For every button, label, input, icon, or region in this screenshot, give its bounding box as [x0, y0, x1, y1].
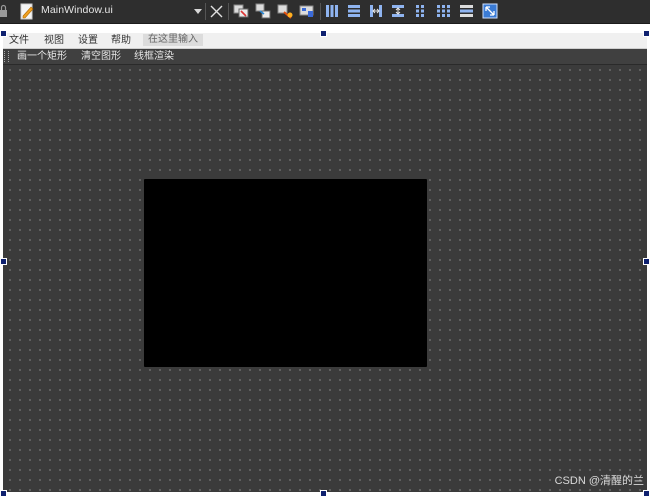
document-tab-title[interactable]: MainWindow.ui [41, 4, 113, 16]
edit-widgets-icon[interactable] [233, 3, 249, 19]
layout-vertical-icon[interactable] [346, 3, 362, 19]
adjust-size-icon[interactable] [482, 3, 498, 19]
layout-horizontal-icon[interactable] [324, 3, 340, 19]
action-clear-shapes[interactable]: 清空图形 [81, 50, 121, 63]
lock-icon [0, 4, 7, 17]
toolbar-separator [228, 3, 229, 20]
layout-horizontal-splitter-icon[interactable] [368, 3, 384, 19]
close-icon[interactable] [210, 5, 223, 18]
layout-grid-icon[interactable] [436, 3, 452, 19]
resize-handle-bottom[interactable] [320, 490, 327, 497]
designer-form-canvas[interactable]: 文件 视图 设置 帮助 在这里输入 画一个矩形 清空图形 线框渲染 CSDN @… [3, 33, 647, 492]
menu-settings[interactable]: 设置 [78, 34, 98, 47]
resize-handle-bottom-left[interactable] [0, 490, 7, 497]
toolbar-grip-handle[interactable] [4, 51, 9, 62]
layout-vertical-splitter-icon[interactable] [390, 3, 406, 19]
resize-handle-top[interactable] [320, 30, 327, 37]
ui-file-icon [20, 3, 34, 20]
resize-handle-top-right[interactable] [643, 30, 650, 37]
resize-handle-right[interactable] [643, 258, 650, 265]
menu-type-here-input[interactable]: 在这里输入 [143, 34, 203, 46]
action-wireframe-render[interactable]: 线框渲染 [134, 50, 174, 63]
menu-view[interactable]: 视图 [44, 34, 64, 47]
resize-handle-top-left[interactable] [0, 30, 7, 37]
editor-toolbar: MainWindow.ui [0, 0, 650, 24]
edit-buddies-icon[interactable] [277, 3, 293, 19]
action-draw-rectangle[interactable]: 画一个矩形 [17, 50, 67, 63]
main-toolbar: 画一个矩形 清空图形 线框渲染 [3, 49, 647, 65]
chevron-down-icon[interactable] [194, 9, 202, 14]
menu-file[interactable]: 文件 [9, 34, 29, 47]
watermark: CSDN @清醒的兰 [554, 475, 644, 487]
layout-form-icon[interactable] [412, 3, 428, 19]
toolbar-separator [205, 3, 206, 20]
edit-signals-slots-icon[interactable] [255, 3, 271, 19]
break-layout-icon[interactable] [459, 3, 475, 19]
resize-handle-left[interactable] [0, 258, 7, 265]
resize-handle-bottom-right[interactable] [643, 490, 650, 497]
opengl-widget[interactable] [144, 179, 427, 367]
toolbar-separator [320, 3, 321, 20]
edit-tab-order-icon[interactable] [299, 3, 315, 19]
menu-help[interactable]: 帮助 [111, 34, 131, 47]
